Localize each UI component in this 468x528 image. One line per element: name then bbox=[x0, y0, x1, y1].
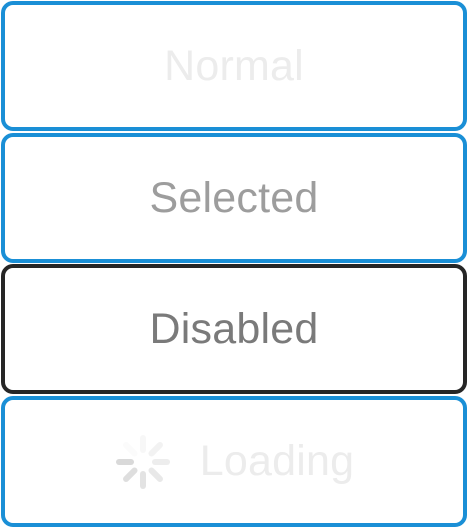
disabled-button: Disabled bbox=[1, 264, 467, 394]
loading-button[interactable]: Loading bbox=[1, 396, 467, 527]
selected-button-label: Selected bbox=[149, 173, 319, 222]
normal-button-label: Normal bbox=[164, 41, 304, 90]
disabled-button-label: Disabled bbox=[149, 304, 319, 353]
loading-button-label: Loading bbox=[199, 437, 355, 485]
spinner-icon bbox=[115, 434, 170, 489]
selected-button[interactable]: Selected bbox=[1, 133, 467, 263]
normal-button[interactable]: Normal bbox=[1, 1, 467, 131]
